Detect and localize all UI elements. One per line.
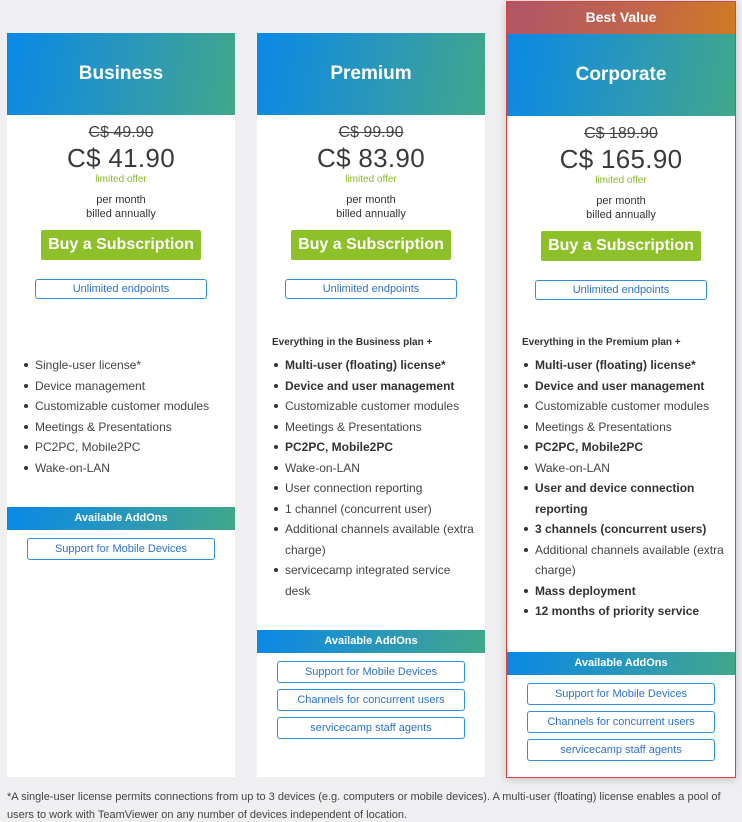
addon-button[interactable]: Support for Mobile Devices — [277, 661, 465, 683]
billing-info: per month billed annually — [7, 193, 235, 221]
feature-item: Customizable customer modules — [522, 396, 727, 417]
offer-label: limited offer — [95, 174, 147, 185]
billing-info: per month billed annually — [257, 193, 485, 221]
new-price: C$ 41.90 — [67, 143, 175, 173]
plan-title: Corporate — [507, 34, 735, 116]
features: Multi-user (floating) license* Device and… — [272, 355, 477, 601]
billing-info: per month billed annually — [507, 194, 735, 222]
billing-period: per month — [596, 195, 646, 207]
billing-frequency: billed annually — [86, 208, 156, 220]
addon-buttons: Support for Mobile Devices Channels for c… — [507, 683, 735, 761]
buy-subscription-button[interactable]: Buy a Subscription — [41, 230, 201, 260]
feature-item: Wake-on-LAN — [272, 458, 477, 479]
feature-item: Single-user license* — [22, 355, 227, 376]
addon-button[interactable]: servicecamp staff agents — [527, 739, 715, 761]
plan-title: Premium — [257, 33, 485, 115]
feature-item: Multi-user (floating) license* — [522, 355, 727, 376]
plan-card-corporate: Best Value Corporate C$ 189.90 C$ 165.90… — [506, 1, 736, 778]
feature-item: Meetings & Presentations — [522, 417, 727, 438]
new-price: C$ 83.90 — [317, 143, 425, 173]
addons-title: Available AddOns — [7, 507, 235, 530]
feature-item: Customizable customer modules — [272, 396, 477, 417]
billing-period: per month — [96, 194, 146, 206]
unlimited-endpoints-button[interactable]: Unlimited endpoints — [35, 279, 207, 299]
new-price: C$ 165.90 — [559, 144, 683, 174]
addon-button[interactable]: Support for Mobile Devices — [527, 683, 715, 705]
addon-buttons: Support for Mobile Devices Channels for c… — [257, 661, 485, 739]
old-price: C$ 189.90 — [584, 125, 658, 142]
offer-label: limited offer — [595, 175, 647, 186]
feature-item: Customizable customer modules — [22, 396, 227, 417]
feature-item: 1 channel (concurrent user) — [272, 499, 477, 520]
feature-item: Wake-on-LAN — [522, 458, 727, 479]
addons-section: Available AddOns Support for Mobile Devi… — [7, 507, 235, 560]
price-block: C$ 99.90 C$ 83.90 limited offer per mont… — [257, 115, 485, 299]
feature-item: PC2PC, Mobile2PC — [522, 437, 727, 458]
addon-button[interactable]: servicecamp staff agents — [277, 717, 465, 739]
plan-card-business: Business C$ 49.90 C$ 41.90 limited offer… — [7, 33, 235, 777]
feature-item: Meetings & Presentations — [272, 417, 477, 438]
billing-frequency: billed annually — [586, 209, 656, 221]
feature-item: Device management — [22, 376, 227, 397]
addon-buttons: Support for Mobile Devices — [7, 538, 235, 560]
addon-button[interactable]: Support for Mobile Devices — [27, 538, 215, 560]
addon-button[interactable]: Channels for concurrent users — [527, 711, 715, 733]
feature-item: Multi-user (floating) license* — [272, 355, 477, 376]
plan-intro: Everything in the Business plan + — [272, 337, 433, 348]
plan-card-premium: Premium C$ 99.90 C$ 83.90 limited offer … — [257, 33, 485, 777]
features: Multi-user (floating) license* Device and… — [522, 355, 727, 622]
feature-item: User and device connection reporting — [522, 478, 727, 519]
billing-frequency: billed annually — [336, 208, 406, 220]
price-block: C$ 49.90 C$ 41.90 limited offer per mont… — [7, 115, 235, 299]
feature-item: PC2PC, Mobile2PC — [22, 437, 227, 458]
feature-item: Wake-on-LAN — [22, 458, 227, 479]
feature-item: Device and user management — [272, 376, 477, 397]
buy-subscription-button[interactable]: Buy a Subscription — [541, 231, 701, 261]
feature-list: Single-user license* Device management Cus… — [22, 355, 227, 478]
features: Single-user license* Device management Cus… — [22, 355, 227, 478]
buy-subscription-button[interactable]: Buy a Subscription — [291, 230, 451, 260]
feature-item: User connection reporting — [272, 478, 477, 499]
feature-item: 3 channels (concurrent users) — [522, 519, 727, 540]
feature-item: 12 months of priority service — [522, 601, 727, 622]
plan-intro: Everything in the Premium plan + — [522, 337, 681, 348]
plan-title: Business — [7, 33, 235, 115]
addons-title: Available AddOns — [507, 652, 735, 675]
feature-item: Meetings & Presentations — [22, 417, 227, 438]
offer-label: limited offer — [345, 174, 397, 185]
feature-item: Device and user management — [522, 376, 727, 397]
feature-list: Everything in the Premium plan + Multi-u… — [522, 336, 727, 622]
feature-item: Additional channels available (extra cha… — [272, 519, 477, 560]
feature-item: Mass deployment — [522, 581, 727, 602]
old-price: C$ 99.90 — [338, 124, 404, 141]
old-price: C$ 49.90 — [88, 124, 154, 141]
billing-period: per month — [346, 194, 396, 206]
price-block: C$ 189.90 C$ 165.90 limited offer per mo… — [507, 116, 735, 300]
feature-item: Additional channels available (extra cha… — [522, 540, 727, 581]
feature-item: PC2PC, Mobile2PC — [272, 437, 477, 458]
feature-item: servicecamp integrated service desk — [272, 560, 477, 601]
feature-list: Everything in the Business plan + Multi-… — [272, 336, 477, 601]
best-value-ribbon: Best Value — [507, 2, 735, 34]
unlimited-endpoints-button[interactable]: Unlimited endpoints — [535, 280, 707, 300]
addon-button[interactable]: Channels for concurrent users — [277, 689, 465, 711]
addons-title: Available AddOns — [257, 630, 485, 653]
unlimited-endpoints-button[interactable]: Unlimited endpoints — [285, 279, 457, 299]
addons-section: Available AddOns Support for Mobile Devi… — [507, 652, 735, 761]
addons-section: Available AddOns Support for Mobile Devi… — [257, 630, 485, 739]
license-footnote: *A single-user license permits connectio… — [7, 791, 721, 821]
